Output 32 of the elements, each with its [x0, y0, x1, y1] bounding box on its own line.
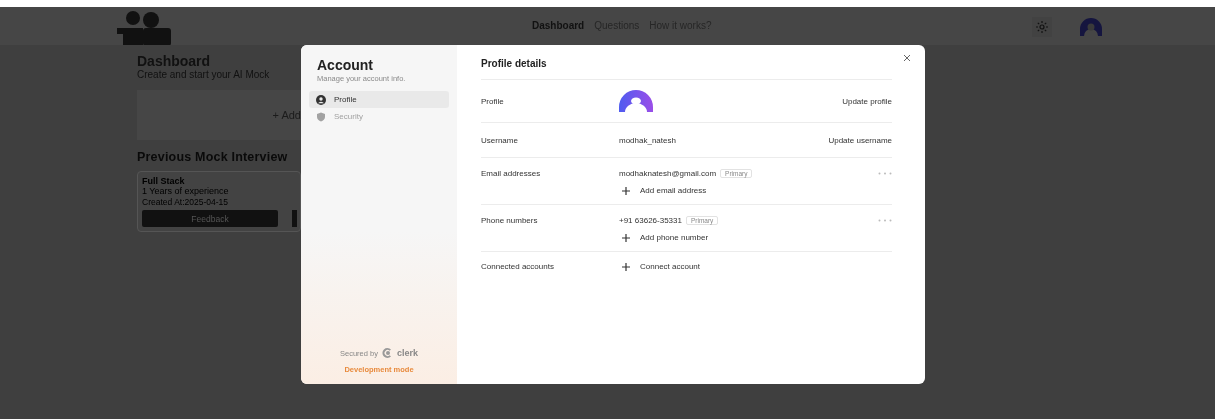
sidebar-title: Account [316, 57, 374, 73]
username-value: modhak_natesh [619, 135, 677, 145]
add-link[interactable]: Add phone number [619, 233, 878, 242]
row-label: Email addresses [481, 169, 542, 180]
connect-account-link[interactable]: Connect account [619, 262, 892, 271]
update-link[interactable]: Update profile [842, 96, 892, 106]
plus-icon [622, 233, 630, 242]
clerk-brand: clerk [396, 348, 418, 358]
row-label: Profile [481, 96, 505, 106]
field-value: modhaknatesh@gmail.com [619, 169, 717, 178]
clerk-logo-icon [381, 348, 393, 358]
field-value: +91 63626-35331 [619, 216, 682, 225]
avatar-icon[interactable] [1080, 18, 1102, 36]
update-link[interactable]: Update username [828, 135, 892, 145]
add-link[interactable]: Add email address [619, 186, 878, 195]
logo-icon [115, 10, 171, 46]
plus-icon [622, 262, 630, 271]
theme-toggle-button[interactable] [1032, 17, 1052, 37]
shield-icon [316, 111, 326, 122]
plus-icon [622, 186, 630, 195]
card-date: Created At:2025-04-15 [142, 197, 229, 207]
start-button[interactable] [292, 210, 297, 227]
card-title: Full Stack [142, 176, 186, 186]
row-label: Phone numbers [481, 216, 539, 227]
row-label: Connected accounts [481, 262, 555, 273]
sidebar-item[interactable]: Profile [309, 91, 449, 108]
card-experience: 1 Years of experience [142, 186, 230, 197]
close-icon[interactable] [903, 54, 911, 62]
row-label: Username [481, 135, 519, 145]
avatar-icon [619, 90, 653, 112]
section-heading: Profile details [481, 58, 892, 80]
user-icon [316, 94, 326, 105]
